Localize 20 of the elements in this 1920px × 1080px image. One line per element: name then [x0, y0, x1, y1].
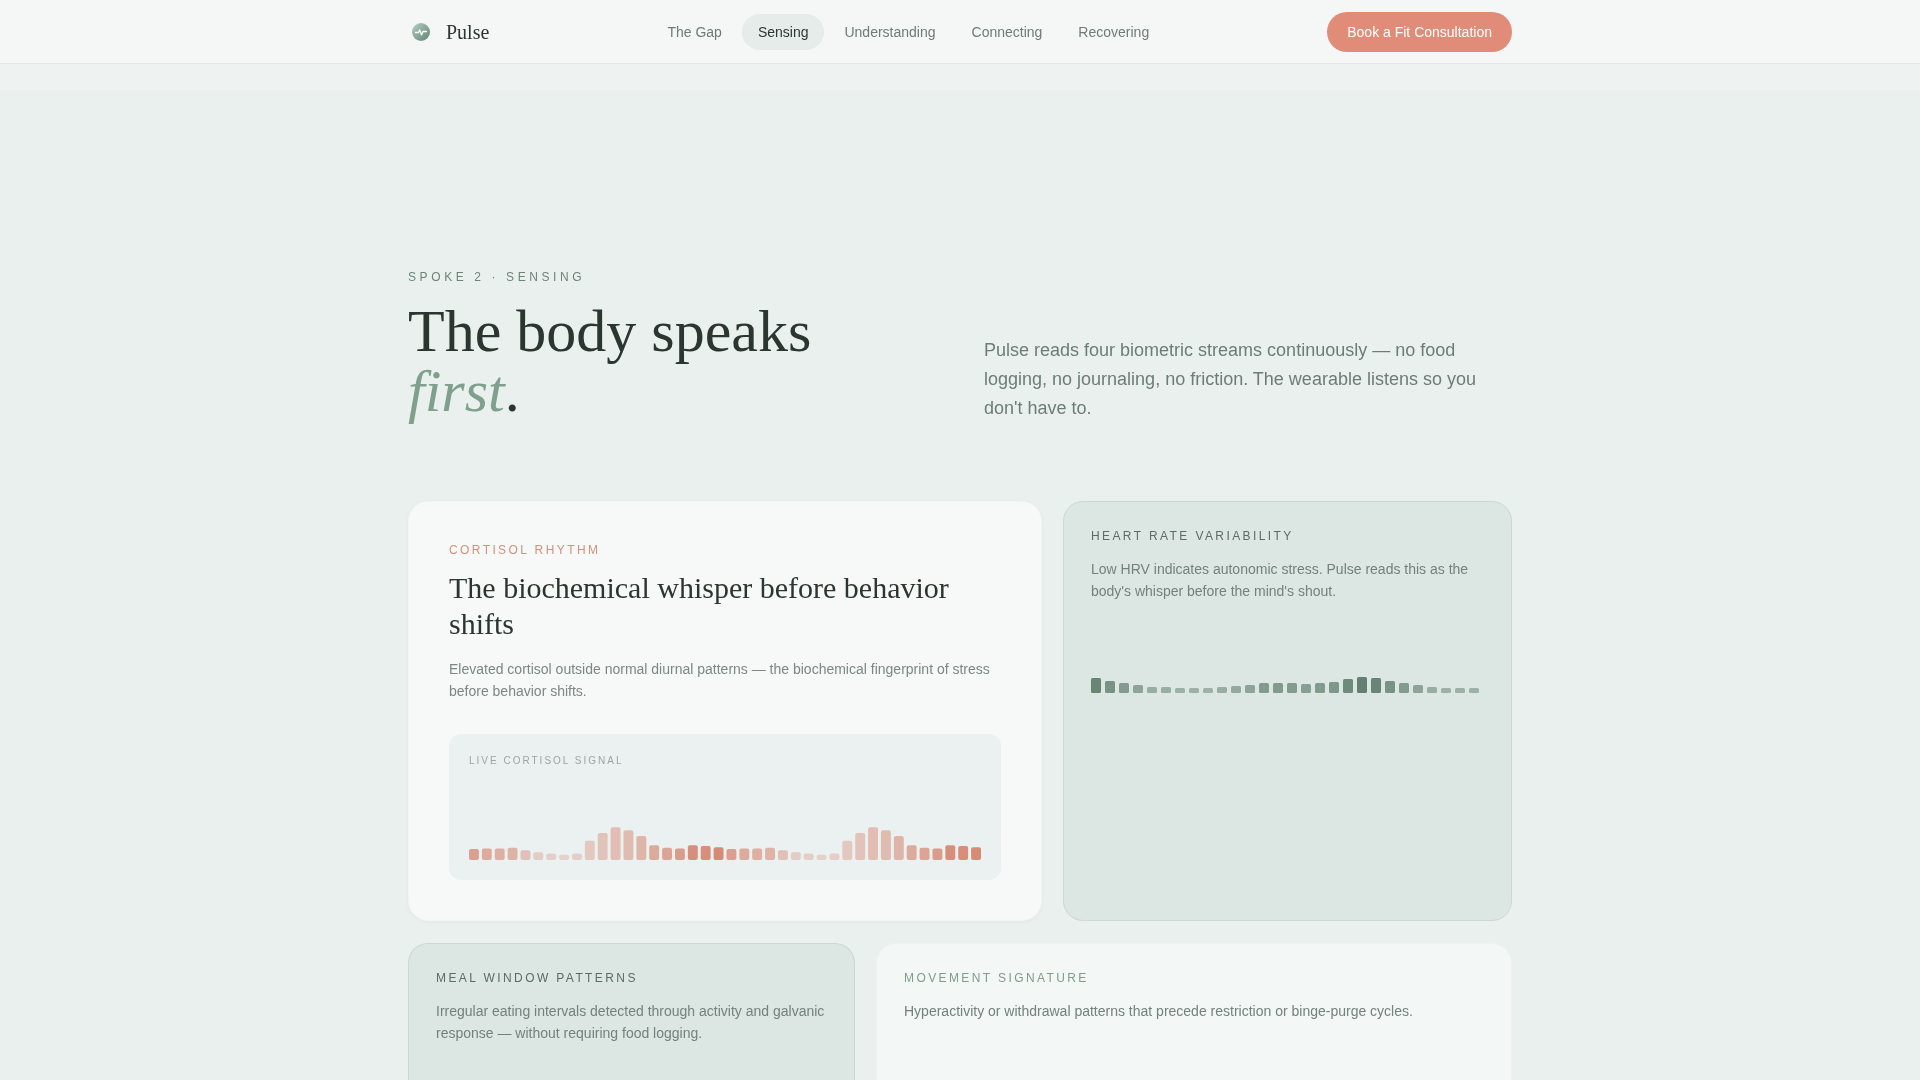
- card-label: HEART RATE VARIABILITY: [1091, 528, 1295, 544]
- card-description: Elevated cortisol outside normal diurnal patterns — the biochemical fingerprint of stress before behavior shifts.: [449, 660, 991, 701]
- card-description: Hyperactivity or withdrawal patterns that precede restriction or binge-purge cycles.: [904, 1002, 1414, 1021]
- card-label: MOVEMENT SIGNATURE: [904, 970, 1090, 986]
- card-description: Irregular eating intervals detected through activity and galvanic response — without requiring food logging.: [436, 1002, 826, 1043]
- nav-link[interactable]: Connecting: [955, 13, 1059, 50]
- card-description: Low HRV indicates autonomic stress. Pulse reads this as the body's whisper before the mind's shout.: [1091, 560, 1470, 601]
- nav-link[interactable]: The Gap: [651, 13, 738, 50]
- nav-link[interactable]: Understanding: [828, 13, 952, 50]
- card-label: MEAL WINDOW PATTERNS: [436, 970, 639, 986]
- hero-description: Pulse reads four biometric streams continuously — no food logging, no journaling, no friction. The wearable listens so you don't have to.: [984, 339, 1477, 420]
- card-title: The biochemical whisper before behavior shifts: [449, 570, 950, 642]
- panel-label: LIVE CORTISOL SIGNAL: [469, 754, 625, 768]
- logo-icon: [412, 22, 430, 41]
- book-consultation-button[interactable]: Book a Fit Consultation: [1327, 11, 1512, 52]
- nav-link[interactable]: Sensing: [741, 13, 825, 50]
- section-eyebrow: SPOKE 2 · SENSING: [408, 269, 587, 285]
- brand-name[interactable]: Pulse: [446, 17, 490, 46]
- nav-link[interactable]: Recovering: [1062, 13, 1166, 50]
- card-label: CORTISOL RHYTHM: [449, 542, 602, 558]
